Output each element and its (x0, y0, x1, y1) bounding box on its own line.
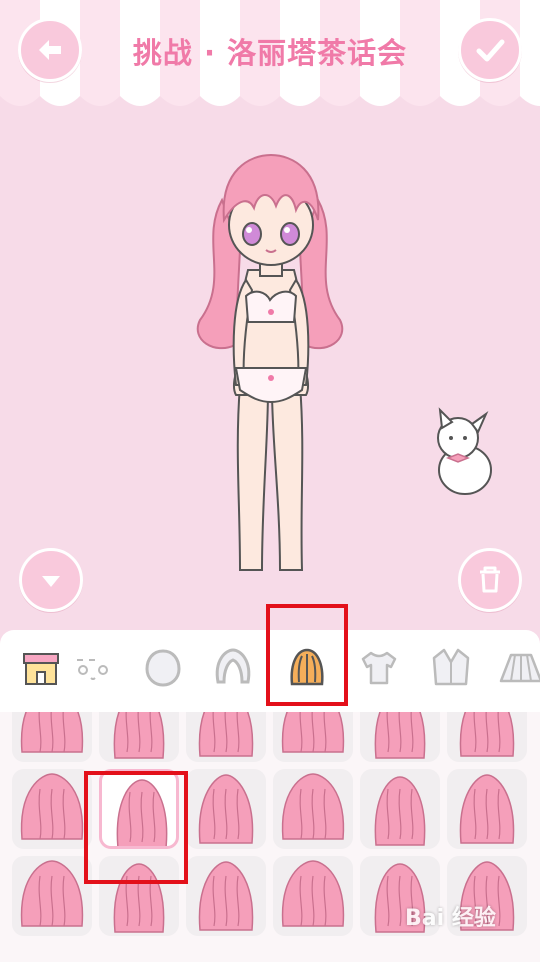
hair-swatch-icon (459, 774, 515, 844)
hair-item[interactable] (186, 769, 266, 849)
head-icon (145, 649, 181, 687)
trash-icon (480, 566, 500, 593)
confirm-button[interactable] (458, 18, 522, 82)
cat-pet[interactable] (437, 407, 492, 495)
hair-item[interactable] (273, 712, 353, 762)
hair-swatch-icon (374, 712, 426, 759)
checkmark-icon (476, 39, 505, 62)
hair-item[interactable] (12, 769, 92, 849)
tab-jacket[interactable] (424, 640, 478, 694)
jacket-icon (432, 648, 470, 686)
highlight-box-item (84, 771, 188, 884)
hair-swatch-icon (374, 776, 426, 846)
hair-item[interactable] (12, 712, 92, 762)
hair-item[interactable] (186, 856, 266, 936)
back-button[interactable] (18, 18, 82, 82)
hair-swatch-icon (281, 773, 345, 840)
arrow-left-icon (39, 40, 61, 60)
chevron-down-icon (42, 576, 60, 587)
hair-swatch-icon (198, 712, 254, 757)
hair-swatch-icon (20, 773, 84, 840)
character[interactable] (196, 153, 344, 571)
tab-shop[interactable] (14, 640, 68, 694)
tab-top[interactable] (352, 640, 406, 694)
face-icon (77, 659, 108, 680)
hair-swatch-icon (198, 774, 254, 844)
hair-swatch-icon (198, 861, 254, 931)
hair-swatch-icon (20, 712, 84, 753)
collapse-button[interactable] (19, 548, 83, 612)
hair-swatch-icon (281, 712, 345, 753)
hair-item[interactable] (447, 769, 527, 849)
hair-item[interactable] (273, 856, 353, 936)
hair-swatch-icon (113, 712, 165, 759)
clear-outfit-button[interactable] (458, 548, 522, 612)
tab-face[interactable] (68, 640, 122, 694)
tshirt-icon (361, 651, 397, 685)
hair-item[interactable] (12, 856, 92, 936)
hair-item[interactable] (99, 712, 179, 762)
hair-swatch-icon (20, 860, 84, 927)
bangs-icon (215, 648, 251, 684)
hair-item[interactable] (360, 712, 440, 762)
tab-head[interactable] (136, 640, 190, 694)
skirt-icon (499, 653, 540, 683)
hair-swatch-icon (459, 712, 515, 757)
hair-item[interactable] (360, 769, 440, 849)
dressup-stage (196, 153, 492, 571)
hair-item[interactable] (447, 712, 527, 762)
tab-skirt[interactable] (494, 640, 540, 694)
shop-icon (23, 653, 59, 685)
hair-item[interactable] (273, 769, 353, 849)
tab-bangs[interactable] (206, 640, 260, 694)
highlight-box-tab (266, 604, 348, 706)
hair-swatch-icon (281, 860, 345, 927)
watermark-text: Bai 经验 (405, 906, 496, 931)
hair-item[interactable] (186, 712, 266, 762)
